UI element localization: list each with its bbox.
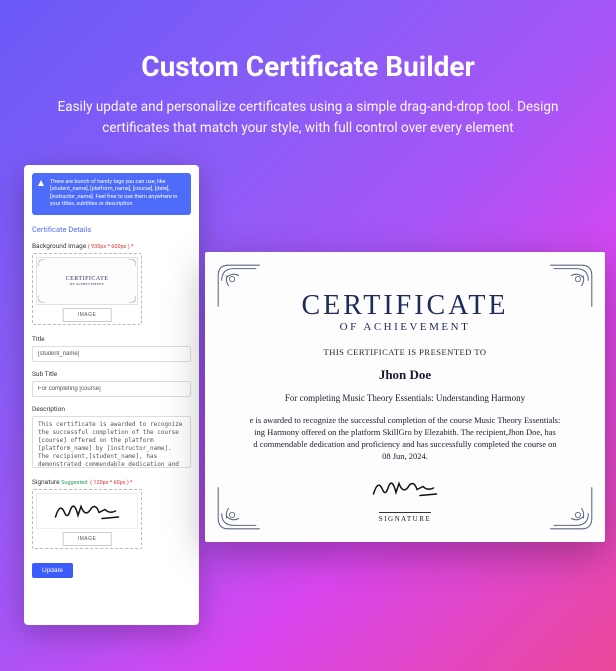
bg-image-dropzone[interactable]: CERTIFICATE OF ACHIEVEMENT IMAGE [32, 253, 142, 325]
cert-subtitle: OF ACHIEVEMENT [235, 321, 575, 333]
section-title: Certificate Details [32, 225, 191, 234]
cert-body: e is awarded to recognize the successful… [235, 415, 575, 463]
ornament-icon [128, 259, 136, 267]
ornament-icon [213, 482, 265, 534]
signature-thumbnail [36, 493, 138, 529]
ornament-icon [128, 295, 136, 303]
cert-for-line: For completing Music Theory Essentials: … [235, 393, 575, 403]
description-label: Description [32, 405, 191, 413]
ornament-icon [213, 260, 265, 312]
bg-image-label: Background Image ( 930px * 600px ) * [32, 242, 191, 250]
certificate-preview: CERTIFICATE OF ACHIEVEMENT THIS CERTIFIC… [205, 252, 605, 542]
hero-title: Custom Certificate Builder [30, 50, 586, 83]
cert-signature-block: SIGNATURE [235, 473, 575, 526]
cert-signature-label: SIGNATURE [379, 512, 431, 523]
bg-image-button[interactable]: IMAGE [63, 308, 112, 322]
warning-icon [38, 180, 44, 186]
signature-label: Signature Suggested: ( 120px * 60px ) * [32, 478, 191, 486]
signature-dropzone[interactable]: IMAGE [32, 489, 142, 549]
ornament-icon [545, 482, 597, 534]
bg-thumbnail: CERTIFICATE OF ACHIEVEMENT [36, 257, 138, 305]
ornament-icon [38, 295, 46, 303]
cert-recipient-name: Jhon Doe [235, 367, 575, 383]
signature-icon [47, 496, 127, 526]
title-label: Title [32, 335, 191, 343]
title-input[interactable] [32, 346, 191, 362]
subtitle-input[interactable] [32, 381, 191, 397]
info-alert: There are bunch of handy tags you can us… [32, 173, 191, 215]
ornament-icon [38, 259, 46, 267]
editor-panel: There are bunch of handy tags you can us… [24, 165, 199, 625]
hero: Custom Certificate Builder Easily update… [0, 0, 616, 159]
subtitle-label: Sub Title [32, 370, 191, 378]
alert-text: There are bunch of handy tags you can us… [50, 179, 177, 207]
signature-image-button[interactable]: IMAGE [63, 532, 112, 546]
ornament-icon [545, 260, 597, 312]
cert-title: CERTIFICATE [235, 290, 575, 322]
hero-subtitle: Easily update and personalize certificat… [33, 97, 583, 139]
cert-presented-to: THIS CERTIFICATE IS PRESENTED TO [235, 347, 575, 357]
update-button[interactable]: Update [32, 563, 73, 578]
description-textarea[interactable] [32, 416, 191, 468]
signature-icon [365, 473, 445, 503]
